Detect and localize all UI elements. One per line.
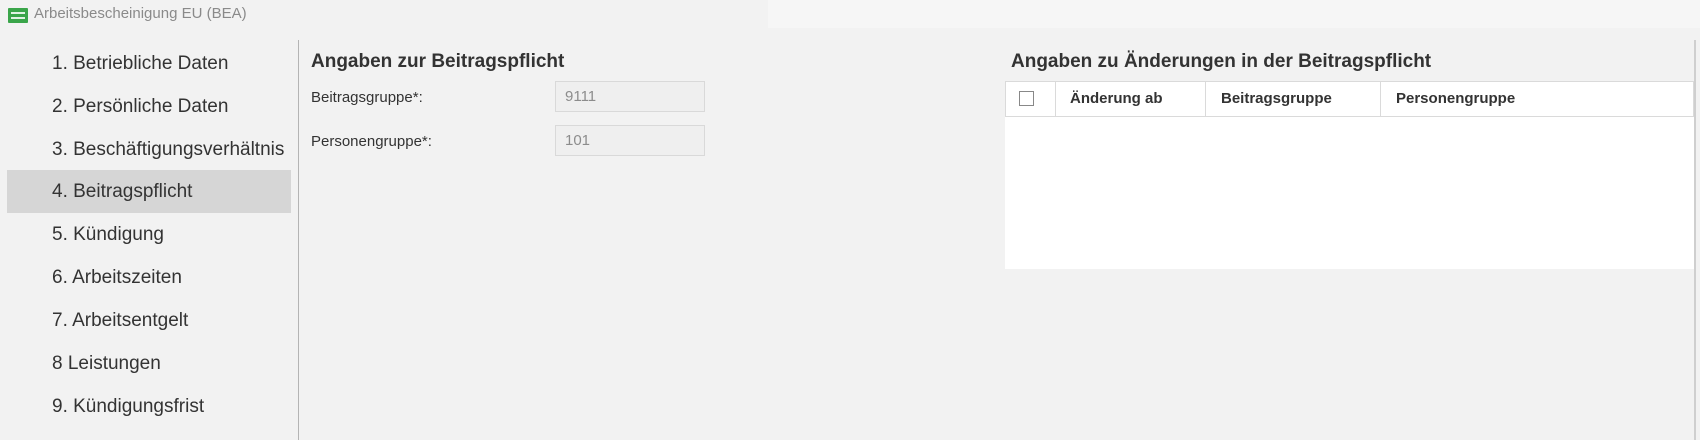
sidebar-item-persoenliche-daten[interactable]: 2. Persönliche Daten: [7, 85, 291, 128]
sidebar-item-label: 4. Beitragspflicht: [52, 181, 193, 202]
sidebar-item-label: 1. Betriebliche Daten: [52, 53, 229, 74]
column-header-beitragsgruppe[interactable]: Beitragsgruppe: [1221, 82, 1332, 116]
sidebar-item-label: 7. Arbeitsentgelt: [52, 310, 189, 331]
column-divider: [1380, 82, 1381, 116]
panel-right-border: [1694, 40, 1696, 440]
sidebar-item-label: 6. Arbeitszeiten: [52, 267, 182, 288]
column-header-aenderung-ab[interactable]: Änderung ab: [1070, 82, 1163, 116]
sidebar-item-kuendigung[interactable]: 5. Kündigung: [7, 213, 291, 256]
datev-logo-icon: [8, 8, 28, 23]
section-title-aenderungen: Angaben zu Änderungen in der Beitragspfl…: [1011, 51, 1432, 72]
sidebar-item-beitragspflicht[interactable]: 4. Beitragspflicht: [7, 170, 291, 213]
select-all-checkbox[interactable]: [1019, 91, 1034, 106]
personengruppe-label: Personengruppe*:: [311, 133, 432, 150]
sidebar-item-label: 5. Kündigung: [52, 224, 164, 245]
sidebar-item-kuendigungsfrist[interactable]: 9. Kündigungsfrist: [7, 385, 291, 428]
sidebar-item-label: 9. Kündigungsfrist: [52, 396, 205, 417]
sidebar-item-leistungen[interactable]: 8 Leistungen: [7, 342, 291, 385]
sidebar-item-label: 3. Beschäftigungsverhältnis: [52, 139, 285, 160]
title-bar: Arbeitsbescheinigung EU (BEA): [0, 0, 1700, 30]
section-title-beitragspflicht: Angaben zur Beitragspflicht: [311, 51, 565, 72]
beitragsgruppe-field[interactable]: [555, 81, 705, 112]
personengruppe-field[interactable]: [555, 125, 705, 156]
column-header-personengruppe[interactable]: Personengruppe: [1396, 82, 1515, 116]
table-header: Änderung ab Beitragsgruppe Personengrupp…: [1005, 81, 1694, 117]
column-divider: [1055, 82, 1056, 116]
sidebar-divider: [298, 40, 299, 440]
beitragsgruppe-label: Beitragsgruppe*:: [311, 89, 423, 106]
sidebar-item-arbeitsentgelt[interactable]: 7. Arbeitsentgelt: [7, 299, 291, 342]
sidebar-item-betriebliche-daten[interactable]: 1. Betriebliche Daten: [7, 42, 291, 85]
sidebar-item-label: 2. Persönliche Daten: [52, 96, 229, 117]
column-divider: [1205, 82, 1206, 116]
sidebar-item-label: 8 Leistungen: [52, 353, 161, 374]
sidebar-item-beschaeftigungsverhaeltnis[interactable]: 3. Beschäftigungsverhältnis: [7, 128, 291, 171]
aenderungen-table: Änderung ab Beitragsgruppe Personengrupp…: [1005, 81, 1694, 269]
sidebar-item-arbeitszeiten[interactable]: 6. Arbeitszeiten: [7, 256, 291, 299]
sidebar-nav: 1. Betriebliche Daten 2. Persönliche Dat…: [0, 40, 299, 440]
title-bar-area: [768, 0, 1700, 28]
window-title: Arbeitsbescheinigung EU (BEA): [34, 5, 247, 22]
